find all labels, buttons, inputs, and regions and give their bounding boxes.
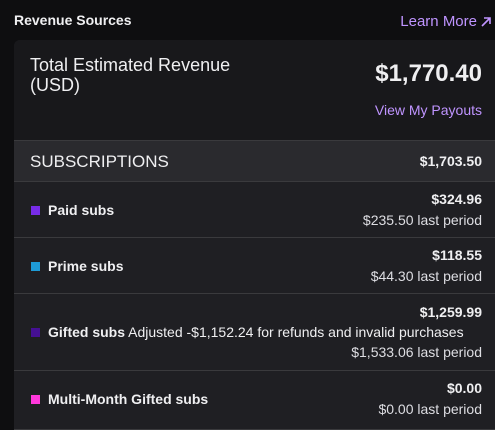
total-revenue-label: Total Estimated Revenue (USD) bbox=[30, 55, 231, 95]
row-adjustment-note: Adjusted -$1,152.24 for refunds and inva… bbox=[128, 324, 464, 340]
row-label-text: Paid subs bbox=[48, 202, 115, 218]
row-label-text: Multi-Month Gifted subs bbox=[48, 391, 209, 407]
row-label: Gifted subs Adjusted -$1,152.24 for refu… bbox=[48, 324, 464, 340]
row-previous-period: $0.00 last period bbox=[378, 401, 482, 417]
revenue-row-gifted-subs: Gifted subs Adjusted -$1,152.24 for refu… bbox=[14, 294, 495, 371]
row-amount: $118.55 bbox=[432, 247, 482, 263]
color-swatch bbox=[31, 262, 40, 271]
row-label: Paid subs bbox=[48, 202, 114, 218]
row-label: Prime subs bbox=[48, 258, 123, 274]
row-previous-period: $1,533.06 last period bbox=[351, 344, 482, 360]
learn-more-link[interactable]: Learn More bbox=[400, 13, 493, 30]
row-label-text: Prime subs bbox=[48, 258, 124, 274]
color-swatch bbox=[31, 395, 40, 404]
row-amount: $1,259.99 bbox=[419, 304, 482, 320]
revenue-row-prime-subs: Prime subs $118.55 $44.30 last period bbox=[14, 238, 495, 294]
revenue-card: Total Estimated Revenue (USD) $1,770.40 … bbox=[14, 40, 495, 430]
subscriptions-amount: $1,703.50 bbox=[419, 153, 482, 169]
row-previous-period: $235.50 last period bbox=[362, 212, 482, 228]
subscriptions-title: SUBSCRIPTIONS bbox=[30, 152, 169, 171]
row-amount: $324.96 bbox=[431, 191, 482, 207]
total-revenue-panel: Total Estimated Revenue (USD) $1,770.40 … bbox=[14, 40, 495, 140]
color-swatch bbox=[31, 328, 40, 337]
revenue-row-paid-subs: Paid subs $324.96 $235.50 last period bbox=[14, 182, 495, 238]
view-payouts-link[interactable]: View My Payouts bbox=[375, 102, 482, 118]
revenue-row-multi-month-gifted-subs: Multi-Month Gifted subs $0.00 $0.00 last… bbox=[14, 371, 495, 430]
row-label: Multi-Month Gifted subs bbox=[48, 391, 208, 407]
row-previous-period: $44.30 last period bbox=[370, 268, 482, 284]
section-title: Revenue Sources bbox=[14, 12, 132, 28]
total-revenue-amount: $1,770.40 bbox=[375, 60, 482, 87]
subscriptions-header[interactable]: SUBSCRIPTIONS $1,703.50 bbox=[14, 140, 495, 182]
learn-more-label: Learn More bbox=[400, 13, 477, 30]
row-label-text: Gifted subs bbox=[48, 324, 126, 340]
color-swatch bbox=[31, 206, 40, 215]
row-amount: $0.00 bbox=[446, 380, 482, 396]
revenue-sources-header: Revenue Sources Learn More bbox=[0, 0, 495, 40]
arrow-up-right-icon bbox=[479, 15, 493, 29]
